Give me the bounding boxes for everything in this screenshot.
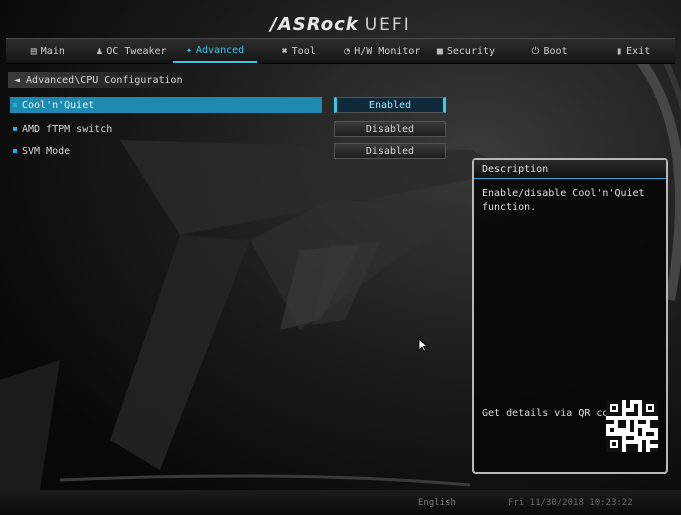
tab-boot[interactable]: ⏻ Boot: [508, 39, 592, 63]
description-heading: Description: [474, 160, 666, 179]
breadcrumb-label: Advanced\CPU Configuration: [26, 74, 183, 86]
mouse-cursor-icon: [418, 338, 428, 352]
advanced-icon: ✦: [185, 44, 192, 56]
tab-security[interactable]: ■ Security: [424, 39, 508, 63]
footer-bar: English Fri 11/30/2018 10:23:22: [0, 490, 681, 515]
menu-bar: ▤ Main ♟ OC Tweaker ✦ Advanced ✖ Tool ◔ …: [6, 38, 675, 64]
tab-label: Advanced: [195, 44, 245, 56]
main-icon: ▤: [30, 45, 37, 57]
qr-code-icon[interactable]: [606, 400, 658, 452]
tab-main[interactable]: ▤ Main: [6, 39, 90, 63]
bullet-icon: [13, 149, 17, 153]
tab-label: H/W Monitor: [354, 45, 421, 57]
tab-label: Boot: [543, 45, 568, 57]
bullet-icon: [13, 127, 17, 131]
tab-label: OC Tweaker: [106, 45, 167, 57]
setting-value-svm-mode[interactable]: Disabled: [334, 143, 446, 159]
setting-value-cool-n-quiet[interactable]: Enabled: [334, 97, 446, 113]
description-text: Enable/disable Cool'n'Quiet function.: [482, 188, 645, 213]
tab-label: Security: [446, 45, 496, 57]
tab-oc-tweaker[interactable]: ♟ OC Tweaker: [90, 39, 174, 63]
setting-row-amd-ftpm-switch[interactable]: AMD fTPM switch: [10, 121, 322, 137]
setting-label: AMD fTPM switch: [22, 123, 113, 135]
tab-label: Main: [40, 45, 65, 57]
breadcrumb[interactable]: ◄ Advanced\CPU Configuration: [8, 72, 183, 88]
exit-icon: ▮: [616, 45, 623, 57]
setting-label: SVM Mode: [22, 145, 71, 157]
tab-exit[interactable]: ▮ Exit: [591, 39, 675, 63]
security-icon: ■: [436, 45, 443, 57]
setting-label: Cool'n'Quiet: [22, 99, 95, 111]
tab-label: Exit: [626, 45, 651, 57]
qr-label: Get details via QR code: [482, 408, 621, 419]
hw-monitor-icon: ◔: [344, 45, 351, 57]
description-panel: Description Enable/disable Cool'n'Quiet …: [472, 158, 668, 474]
date-time: Fri 11/30/2018 10:23:22: [508, 498, 633, 508]
tab-tool[interactable]: ✖ Tool: [257, 39, 341, 63]
back-arrow-icon[interactable]: ◄: [14, 75, 20, 86]
boot-icon: ⏻: [531, 45, 540, 57]
setting-value-amd-ftpm-switch[interactable]: Disabled: [334, 121, 446, 137]
title-bar: /ASRock UEFI: [0, 14, 681, 36]
language-selector[interactable]: English: [418, 498, 456, 508]
tab-advanced[interactable]: ✦ Advanced: [173, 39, 257, 63]
bullet-icon: [13, 103, 17, 107]
asrock-logo: /ASRock: [270, 14, 359, 35]
tool-icon: ✖: [281, 45, 288, 57]
tab-label: Tool: [291, 45, 316, 57]
tab-hw-monitor[interactable]: ◔ H/W Monitor: [341, 39, 425, 63]
oc-tweaker-icon: ♟: [96, 45, 103, 57]
setting-row-cool-n-quiet[interactable]: Cool'n'Quiet: [10, 97, 322, 113]
setting-row-svm-mode[interactable]: SVM Mode: [10, 143, 322, 159]
uefi-label: UEFI: [364, 15, 411, 35]
